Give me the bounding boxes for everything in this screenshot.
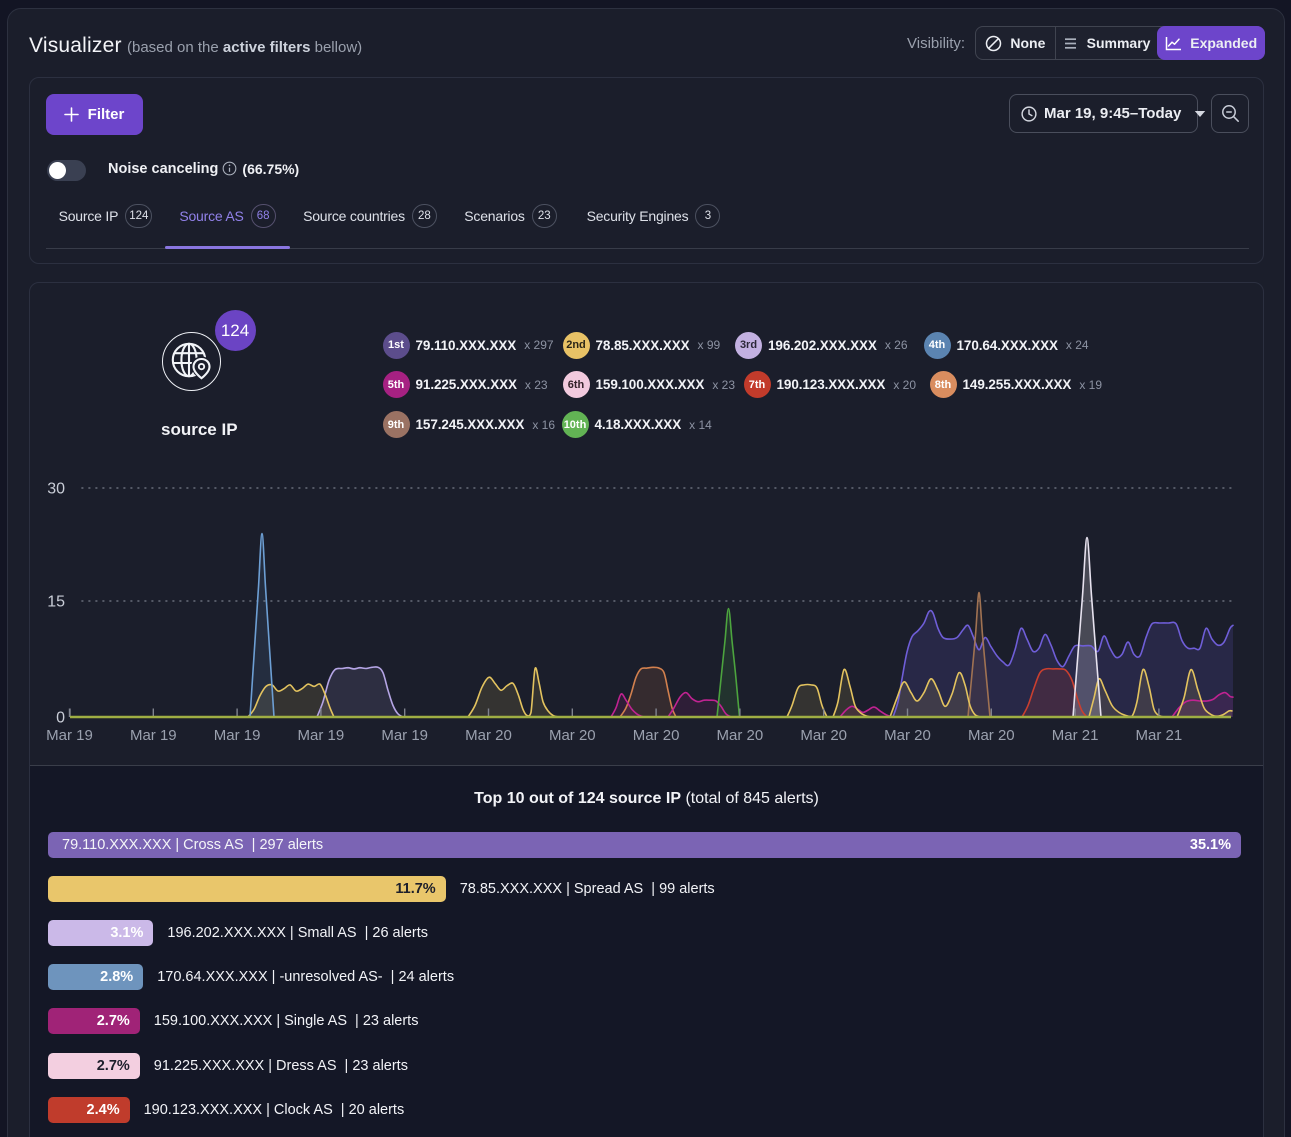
svg-text:30: 30 (47, 481, 65, 498)
svg-text:Mar 20: Mar 20 (884, 727, 931, 744)
svg-text:Mar 20: Mar 20 (465, 727, 512, 744)
svg-text:Mar 21: Mar 21 (1136, 727, 1183, 744)
svg-text:Mar 20: Mar 20 (800, 727, 847, 744)
svg-text:Mar 20: Mar 20 (633, 727, 680, 744)
svg-text:Mar 19: Mar 19 (46, 727, 93, 744)
svg-text:0: 0 (56, 710, 65, 727)
svg-text:Mar 20: Mar 20 (968, 727, 1015, 744)
svg-text:Mar 19: Mar 19 (298, 727, 345, 744)
svg-text:Mar 19: Mar 19 (130, 727, 177, 744)
svg-text:Mar 20: Mar 20 (717, 727, 764, 744)
svg-text:Mar 19: Mar 19 (381, 727, 428, 744)
svg-text:Mar 21: Mar 21 (1052, 727, 1099, 744)
svg-text:15: 15 (47, 594, 65, 611)
svg-text:Mar 19: Mar 19 (214, 727, 261, 744)
svg-text:Mar 20: Mar 20 (549, 727, 596, 744)
